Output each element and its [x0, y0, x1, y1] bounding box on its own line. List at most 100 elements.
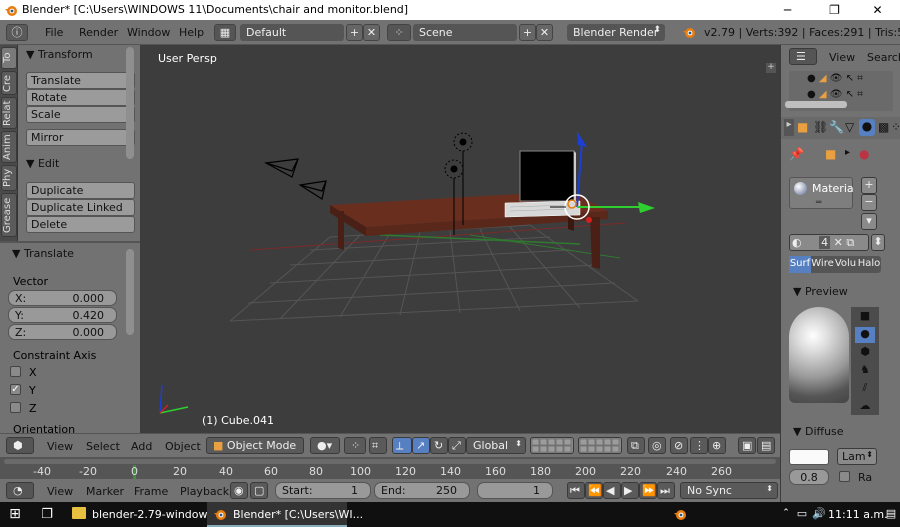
scale-button[interactable]: Scale [26, 106, 135, 123]
delete-button[interactable]: Delete [26, 216, 135, 233]
timeline-ruler[interactable]: -40 -20 0 20 40 60 80 100 120 140 160 18… [0, 457, 780, 479]
texture-tab-icon[interactable]: ▩ [878, 120, 889, 134]
preview-monkey-icon[interactable]: ♞ [855, 363, 875, 379]
translate-panel-header[interactable]: ▼ Translate [12, 247, 74, 260]
add-menu[interactable]: Add [131, 440, 152, 453]
scene-field[interactable]: Scene [413, 24, 517, 41]
current-frame-field[interactable]: 1 [477, 482, 553, 499]
tab-create[interactable]: Cre [1, 71, 17, 95]
constraint-y-checkbox[interactable]: ✓ [10, 384, 21, 395]
mirror-button[interactable]: Mirror [26, 129, 135, 146]
outliner-scrollbar[interactable] [785, 101, 847, 108]
info-editor-type-icon[interactable]: ⓘ [6, 24, 28, 41]
task-view-icon[interactable]: ❐ [34, 502, 60, 527]
translate-button[interactable]: Translate [26, 72, 135, 89]
object-menu[interactable]: Object [165, 440, 201, 453]
screen-layout-icon[interactable]: ▦ [214, 24, 236, 41]
preview-panel-header[interactable]: ▼ Preview [793, 285, 848, 298]
preview-sphere-icon[interactable]: ● [855, 327, 875, 343]
vector-x-field[interactable]: X: 0.000 [8, 290, 117, 306]
add-scene-button[interactable]: + [519, 24, 536, 41]
tray-chevron-icon[interactable]: ⌃ [780, 508, 792, 518]
diffuse-intensity-field[interactable]: 0.8 [789, 469, 829, 485]
particles-tab-icon[interactable]: ⁘ [891, 120, 900, 134]
rotate-button[interactable]: Rotate [26, 89, 135, 106]
list-resize-handle[interactable]: ═ [816, 198, 821, 208]
add-layout-button[interactable]: + [346, 24, 363, 41]
transform-panel-header[interactable]: ▼ Transform [26, 48, 93, 61]
scale-manipulator-icon[interactable]: ⤢ [448, 437, 466, 454]
network-icon[interactable]: ▭ [795, 507, 809, 520]
edit-panel-header[interactable]: ▼ Edit [26, 157, 59, 170]
volume-icon[interactable]: 🔊 [812, 507, 826, 520]
menu-window[interactable]: Window [127, 26, 170, 39]
constraint-x-checkbox[interactable] [10, 366, 21, 377]
minimize-button[interactable]: ─ [765, 0, 810, 20]
tab-wire[interactable]: Wire [811, 256, 834, 273]
outliner-view-menu[interactable]: View [829, 51, 855, 64]
timeline-editor-type-icon[interactable]: ◔ [6, 482, 34, 499]
object-data-tab-icon[interactable]: ■ [797, 120, 808, 134]
diffuse-ramp-checkbox[interactable] [839, 471, 850, 482]
playback-menu[interactable]: Playback [180, 485, 229, 498]
material-browse-field[interactable]: ◐ 4 ✕ ⧉ [789, 234, 869, 251]
jump-keyframe-forward-icon[interactable]: ⏩ [639, 482, 657, 499]
add-material-slot-button[interactable]: + [861, 177, 877, 194]
render-still-icon[interactable]: ▣ [738, 437, 756, 454]
screen-layout-field[interactable]: Default [240, 24, 344, 41]
snap-toggle-icon[interactable]: ⊘ [670, 437, 688, 454]
tab-grease-pencil[interactable]: Grease [1, 193, 17, 237]
menu-file[interactable]: File [45, 26, 63, 39]
translate-manipulator-icon[interactable]: ↗ [412, 437, 430, 454]
outliner-row[interactable]: ● ◢ 👁 ↖ ⌗ [807, 73, 887, 87]
pivot-select[interactable]: ⁘ [344, 437, 366, 454]
render-anim-icon[interactable]: ▤ [757, 437, 775, 454]
snap-manipulator-icon[interactable]: ⌗ [369, 437, 387, 454]
play-icon[interactable]: ▶ [621, 482, 639, 499]
notification-icon[interactable]: ▤ [884, 507, 898, 520]
shelf-scrollbar[interactable] [126, 47, 134, 159]
material-specials-button[interactable]: ▾ [861, 213, 877, 230]
tab-animation[interactable]: Anim [1, 131, 17, 163]
mode-select[interactable]: ■ Object Mode [206, 437, 304, 454]
remove-material-slot-button[interactable]: − [861, 194, 877, 211]
marker-menu[interactable]: Marker [86, 485, 124, 498]
snap-element-icon[interactable]: ⋮ [690, 437, 708, 454]
layer-lock-icon[interactable]: ⧉ [627, 437, 645, 454]
taskbar-item-blender-2[interactable] [660, 502, 700, 527]
vector-y-field[interactable]: Y: 0.420 [8, 307, 117, 323]
timeline-scroll-top[interactable] [4, 459, 776, 464]
preview-hair-icon[interactable]: ⫽ [855, 381, 875, 397]
redo-scrollbar[interactable] [126, 249, 134, 335]
remove-scene-button[interactable]: ✕ [536, 24, 553, 41]
layers-grid-1[interactable] [530, 437, 574, 454]
play-reverse-icon[interactable]: ◀ [603, 482, 621, 499]
duplicate-button[interactable]: Duplicate [26, 182, 135, 199]
tab-surface[interactable]: Surf [789, 256, 811, 273]
3d-viewport[interactable]: User Persp + (1) Cube.041 [140, 45, 780, 433]
jump-start-icon[interactable]: ⏮ [567, 482, 585, 499]
tab-tools[interactable]: To [1, 47, 17, 69]
vector-z-field[interactable]: Z: 0.000 [8, 324, 117, 340]
tab-physics[interactable]: Phy [1, 165, 17, 191]
modifiers-tab-icon[interactable]: 🔧 [829, 120, 844, 134]
select-menu[interactable]: Select [86, 440, 120, 453]
data-tab-icon[interactable]: ▽ [845, 120, 854, 134]
material-slot-list[interactable]: Materia ═ [789, 177, 854, 209]
menu-render[interactable]: Render [79, 26, 118, 39]
taskbar-item-explorer[interactable]: blender-2.79-window... [66, 502, 217, 527]
render-engine-select[interactable]: Blender Render ⬍ [567, 24, 665, 41]
view-menu[interactable]: View [47, 440, 73, 453]
material-tab-icon[interactable]: ● [859, 119, 875, 136]
constraints-tab-icon[interactable]: ⛓ [813, 120, 828, 134]
rotate-manipulator-icon[interactable]: ↻ [430, 437, 448, 454]
remove-layout-button[interactable]: ✕ [363, 24, 380, 41]
start-button-windows-icon[interactable]: ⊞ [0, 502, 30, 527]
properties-editor-type-icon[interactable]: ▸ [784, 119, 794, 136]
frame-menu[interactable]: Frame [134, 485, 168, 498]
diffuse-shader-select[interactable]: Lam ⬍ [837, 448, 877, 465]
orientation-select[interactable]: Global ⬍ [466, 437, 526, 454]
pin-icon[interactable]: 📌 [789, 147, 804, 161]
proportional-edit-icon[interactable]: ◎ [648, 437, 666, 454]
preview-cube-icon[interactable]: ⬢ [855, 345, 875, 361]
